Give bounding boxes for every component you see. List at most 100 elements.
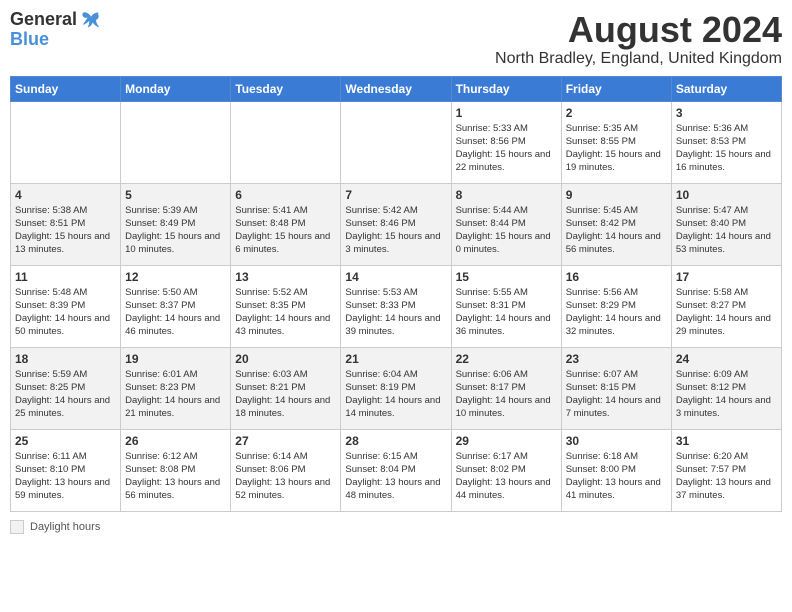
week-row-4: 25 Sunrise: 6:11 AM Sunset: 8:10 PM Dayli…: [11, 429, 782, 511]
day-cell-3-4: 22 Sunrise: 6:06 AM Sunset: 8:17 PM Dayli…: [451, 347, 561, 429]
day-cell-3-3: 21Sunrise: 6:04 AM Sunset: 8:19 PM Dayli…: [341, 347, 451, 429]
day-cell-2-6: 17Sunrise: 5:58 AM Sunset: 8:27 PM Dayli…: [671, 265, 781, 347]
day-cell-1-4: 8 Sunrise: 5:44 AM Sunset: 8:44 PM Daylig…: [451, 183, 561, 265]
footer: Daylight hours: [10, 520, 782, 534]
day-number: 29: [456, 434, 557, 448]
title-area: August 2024 North Bradley, England, Unit…: [495, 10, 782, 68]
day-info: Sunrise: 6:07 AM Sunset: 8:15 PM Dayligh…: [566, 368, 667, 421]
day-cell-4-4: 29 Sunrise: 6:17 AM Sunset: 8:02 PM Dayli…: [451, 429, 561, 511]
day-cell-0-2: [231, 101, 341, 183]
day-number: 22: [456, 352, 557, 366]
day-info: Sunrise: 5:39 AM Sunset: 8:49 PM Dayligh…: [125, 204, 226, 257]
day-cell-4-6: 31Sunrise: 6:20 AM Sunset: 7:57 PM Dayli…: [671, 429, 781, 511]
day-number: 11: [15, 270, 116, 284]
day-number: 1: [456, 106, 557, 120]
day-info: Sunrise: 6:09 AM Sunset: 8:12 PM Dayligh…: [676, 368, 777, 421]
day-info: Sunrise: 6:20 AM Sunset: 7:57 PM Dayligh…: [676, 450, 777, 503]
day-cell-3-6: 24 Sunrise: 6:09 AM Sunset: 8:12 PM Dayli…: [671, 347, 781, 429]
week-row-1: 4 Sunrise: 5:38 AM Sunset: 8:51 PM Daylig…: [11, 183, 782, 265]
day-cell-1-5: 9 Sunrise: 5:45 AM Sunset: 8:42 PM Daylig…: [561, 183, 671, 265]
day-cell-2-3: 14 Sunrise: 5:53 AM Sunset: 8:33 PM Dayli…: [341, 265, 451, 347]
day-cell-2-2: 13 Sunrise: 5:52 AM Sunset: 8:35 PM Dayli…: [231, 265, 341, 347]
day-number: 15: [456, 270, 557, 284]
day-info: Sunrise: 6:01 AM Sunset: 8:23 PM Dayligh…: [125, 368, 226, 421]
day-info: Sunrise: 5:35 AM Sunset: 8:55 PM Dayligh…: [566, 122, 667, 175]
week-row-0: 1 Sunrise: 5:33 AM Sunset: 8:56 PM Daylig…: [11, 101, 782, 183]
day-info: Sunrise: 5:45 AM Sunset: 8:42 PM Dayligh…: [566, 204, 667, 257]
day-number: 3: [676, 106, 777, 120]
day-cell-4-3: 28Sunrise: 6:15 AM Sunset: 8:04 PM Dayli…: [341, 429, 451, 511]
day-number: 4: [15, 188, 116, 202]
day-cell-0-0: [11, 101, 121, 183]
day-cell-2-0: 11 Sunrise: 5:48 AM Sunset: 8:39 PM Dayli…: [11, 265, 121, 347]
day-cell-3-0: 18Sunrise: 5:59 AM Sunset: 8:25 PM Dayli…: [11, 347, 121, 429]
day-number: 9: [566, 188, 667, 202]
day-info: Sunrise: 5:33 AM Sunset: 8:56 PM Dayligh…: [456, 122, 557, 175]
day-number: 14: [345, 270, 446, 284]
day-info: Sunrise: 5:53 AM Sunset: 8:33 PM Dayligh…: [345, 286, 446, 339]
day-info: Sunrise: 6:18 AM Sunset: 8:00 PM Dayligh…: [566, 450, 667, 503]
day-info: Sunrise: 5:41 AM Sunset: 8:48 PM Dayligh…: [235, 204, 336, 257]
day-cell-0-1: [121, 101, 231, 183]
day-info: Sunrise: 5:56 AM Sunset: 8:29 PM Dayligh…: [566, 286, 667, 339]
day-cell-0-6: 3Sunrise: 5:36 AM Sunset: 8:53 PM Daylig…: [671, 101, 781, 183]
page-header: General Blue August 2024 North Bradley, …: [10, 10, 782, 68]
day-number: 30: [566, 434, 667, 448]
day-number: 23: [566, 352, 667, 366]
day-info: Sunrise: 5:44 AM Sunset: 8:44 PM Dayligh…: [456, 204, 557, 257]
day-number: 2: [566, 106, 667, 120]
day-info: Sunrise: 5:52 AM Sunset: 8:35 PM Dayligh…: [235, 286, 336, 339]
day-info: Sunrise: 6:14 AM Sunset: 8:06 PM Dayligh…: [235, 450, 336, 503]
day-cell-0-5: 2 Sunrise: 5:35 AM Sunset: 8:55 PM Daylig…: [561, 101, 671, 183]
day-number: 13: [235, 270, 336, 284]
day-cell-2-1: 12Sunrise: 5:50 AM Sunset: 8:37 PM Dayli…: [121, 265, 231, 347]
day-info: Sunrise: 6:17 AM Sunset: 8:02 PM Dayligh…: [456, 450, 557, 503]
day-cell-2-5: 16 Sunrise: 5:56 AM Sunset: 8:29 PM Dayli…: [561, 265, 671, 347]
month-title: August 2024: [495, 10, 782, 50]
daylight-legend-square: [10, 520, 24, 534]
day-info: Sunrise: 6:06 AM Sunset: 8:17 PM Dayligh…: [456, 368, 557, 421]
day-info: Sunrise: 5:47 AM Sunset: 8:40 PM Dayligh…: [676, 204, 777, 257]
logo-blue: Blue: [10, 29, 49, 49]
day-cell-1-0: 4 Sunrise: 5:38 AM Sunset: 8:51 PM Daylig…: [11, 183, 121, 265]
location-title: North Bradley, England, United Kingdom: [495, 50, 782, 68]
day-info: Sunrise: 5:58 AM Sunset: 8:27 PM Dayligh…: [676, 286, 777, 339]
day-info: Sunrise: 5:38 AM Sunset: 8:51 PM Dayligh…: [15, 204, 116, 257]
day-cell-0-3: [341, 101, 451, 183]
day-cell-2-4: 15Sunrise: 5:55 AM Sunset: 8:31 PM Dayli…: [451, 265, 561, 347]
day-number: 21: [345, 352, 446, 366]
day-number: 27: [235, 434, 336, 448]
day-cell-1-3: 7Sunrise: 5:42 AM Sunset: 8:46 PM Daylig…: [341, 183, 451, 265]
calendar-header-row: Sunday Monday Tuesday Wednesday Thursday…: [11, 76, 782, 101]
day-cell-4-5: 30 Sunrise: 6:18 AM Sunset: 8:00 PM Dayli…: [561, 429, 671, 511]
day-info: Sunrise: 5:50 AM Sunset: 8:37 PM Dayligh…: [125, 286, 226, 339]
header-friday: Friday: [561, 76, 671, 101]
day-cell-3-1: 19 Sunrise: 6:01 AM Sunset: 8:23 PM Dayli…: [121, 347, 231, 429]
day-info: Sunrise: 5:42 AM Sunset: 8:46 PM Dayligh…: [345, 204, 446, 257]
day-info: Sunrise: 6:12 AM Sunset: 8:08 PM Dayligh…: [125, 450, 226, 503]
day-cell-4-1: 26 Sunrise: 6:12 AM Sunset: 8:08 PM Dayli…: [121, 429, 231, 511]
day-info: Sunrise: 6:15 AM Sunset: 8:04 PM Dayligh…: [345, 450, 446, 503]
day-number: 24: [676, 352, 777, 366]
day-number: 6: [235, 188, 336, 202]
calendar-table: Sunday Monday Tuesday Wednesday Thursday…: [10, 76, 782, 512]
day-number: 8: [456, 188, 557, 202]
week-row-3: 18Sunrise: 5:59 AM Sunset: 8:25 PM Dayli…: [11, 347, 782, 429]
daylight-label: Daylight hours: [30, 521, 100, 533]
logo-bird-icon: [81, 10, 101, 30]
day-number: 26: [125, 434, 226, 448]
day-number: 16: [566, 270, 667, 284]
day-cell-4-0: 25 Sunrise: 6:11 AM Sunset: 8:10 PM Dayli…: [11, 429, 121, 511]
day-cell-4-2: 27 Sunrise: 6:14 AM Sunset: 8:06 PM Dayli…: [231, 429, 341, 511]
day-number: 25: [15, 434, 116, 448]
day-number: 19: [125, 352, 226, 366]
day-number: 20: [235, 352, 336, 366]
day-info: Sunrise: 6:03 AM Sunset: 8:21 PM Dayligh…: [235, 368, 336, 421]
logo: General Blue: [10, 10, 101, 50]
day-info: Sunrise: 6:11 AM Sunset: 8:10 PM Dayligh…: [15, 450, 116, 503]
day-cell-1-1: 5Sunrise: 5:39 AM Sunset: 8:49 PM Daylig…: [121, 183, 231, 265]
header-saturday: Saturday: [671, 76, 781, 101]
day-info: Sunrise: 5:48 AM Sunset: 8:39 PM Dayligh…: [15, 286, 116, 339]
day-cell-0-4: 1 Sunrise: 5:33 AM Sunset: 8:56 PM Daylig…: [451, 101, 561, 183]
header-monday: Monday: [121, 76, 231, 101]
